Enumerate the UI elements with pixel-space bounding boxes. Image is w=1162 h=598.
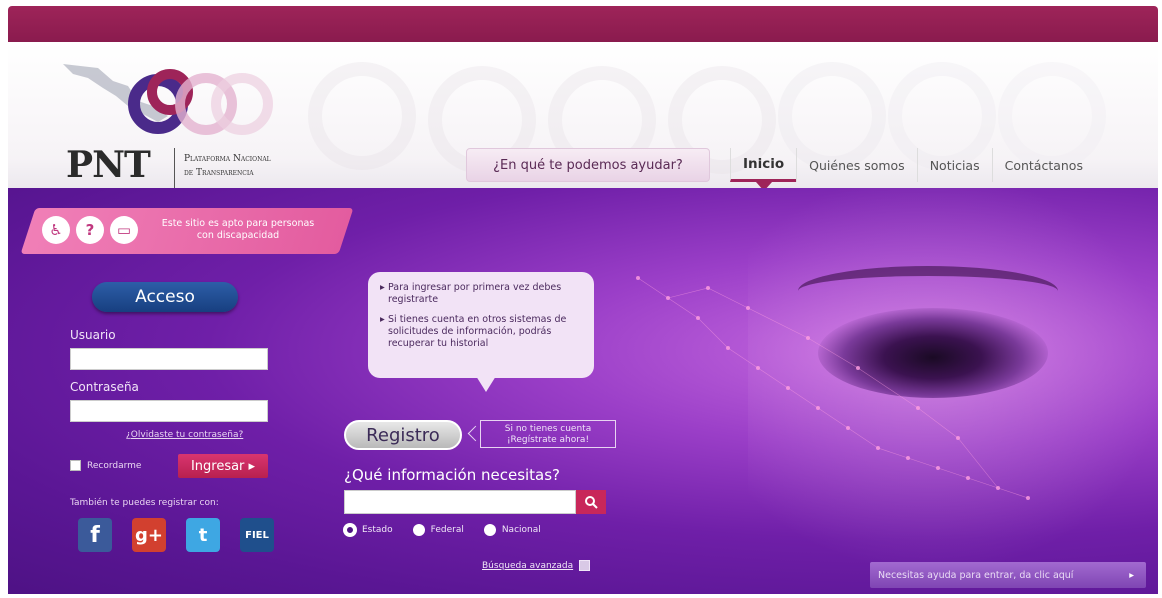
advanced-search-label: Búsqueda avanzada <box>482 560 574 571</box>
header: PNT Plataforma Nacional de Transparencia… <box>8 42 1158 191</box>
radio-label: Nacional <box>501 525 541 535</box>
pnt-swirl-icon <box>128 69 273 135</box>
forgot-password-link[interactable]: ¿Olvidaste tu contraseña? <box>126 430 243 440</box>
radio-label: Estado <box>362 525 393 535</box>
info-bubble-tail <box>476 376 496 392</box>
info-item-2: Si tienes cuenta en otros sistemas de so… <box>380 314 582 350</box>
logo-subtitle: Plataforma Nacional de Transparencia <box>184 152 271 180</box>
top-bar <box>8 6 1158 42</box>
page-frame: PNT Plataforma Nacional de Transparencia… <box>8 6 1158 594</box>
speech-icon[interactable]: ▭ <box>110 216 138 244</box>
nav-tab-noticias[interactable]: Noticias <box>916 148 992 182</box>
radio-dot[interactable] <box>412 524 425 536</box>
wheelchair-icon[interactable]: ♿ <box>42 216 70 244</box>
register-button[interactable]: Registro <box>344 420 462 450</box>
hero-section: ♿ ? ▭ Este sitio es apto para personas c… <box>8 188 1158 594</box>
twitter-icon[interactable]: t <box>186 518 220 552</box>
help-bar-text: Necesitas ayuda para entrar, da clic aqu… <box>878 569 1074 581</box>
main-nav: Inicio Quiénes somos Noticias Contáctano… <box>730 148 1095 191</box>
search-scope: Estado Federal Nacional <box>344 524 541 536</box>
remember-checkbox[interactable] <box>70 460 81 471</box>
help-bar[interactable]: Necesitas ayuda para entrar, da clic aqu… <box>870 562 1146 588</box>
nav-tab-label: Inicio <box>743 155 785 172</box>
nav-tab-contactanos[interactable]: Contáctanos <box>991 148 1095 182</box>
info-item-1: Para ingresar por primera vez debes regi… <box>380 282 582 306</box>
radio-nacional[interactable]: Nacional <box>483 524 541 536</box>
facebook-glyph: f <box>90 522 100 548</box>
radio-federal[interactable]: Federal <box>412 524 464 536</box>
register-note[interactable]: Si no tienes cuenta ¡Regístrate ahora! <box>480 420 616 448</box>
login-button[interactable]: Ingresar ▸ <box>178 454 268 478</box>
twitter-glyph: t <box>198 524 208 546</box>
logo-divider <box>174 148 175 188</box>
remember-me[interactable]: Recordarme <box>70 460 141 471</box>
radio-dot[interactable] <box>483 524 496 536</box>
search-icon <box>585 496 598 509</box>
info-bubble: Para ingresar por primera vez debes regi… <box>368 272 594 378</box>
search-button[interactable] <box>576 490 606 514</box>
radio-dot-selected[interactable] <box>344 524 356 536</box>
nav-tab-quienes-somos[interactable]: Quiénes somos <box>796 148 917 182</box>
accessibility-text: Este sitio es apto para personas con dis… <box>161 218 315 241</box>
password-input[interactable] <box>70 400 268 422</box>
search-question: ¿Qué información necesitas? <box>344 466 561 484</box>
advanced-search-icon <box>579 560 591 571</box>
user-input[interactable] <box>70 348 268 370</box>
password-label: Contraseña <box>70 380 139 394</box>
hearing-icon[interactable]: ? <box>76 216 104 244</box>
nav-tab-label: Noticias <box>929 157 980 173</box>
arrow-right-icon: ▸ <box>1129 569 1134 581</box>
advanced-search-link[interactable]: Búsqueda avanzada <box>482 560 591 571</box>
fiel-glyph: FIEL <box>245 529 269 541</box>
nav-tab-inicio[interactable]: Inicio <box>730 148 797 191</box>
google-plus-icon[interactable]: g+ <box>132 518 166 552</box>
social-register-text: También te puedes registrar con: <box>70 498 219 508</box>
radio-estado[interactable]: Estado <box>344 524 393 536</box>
network-map-decoration <box>636 276 1030 500</box>
facebook-icon[interactable]: f <box>78 518 112 552</box>
search-input[interactable] <box>344 490 576 514</box>
fiel-icon[interactable]: FIEL <box>240 518 274 552</box>
logo-line-1: Plataforma Nacional <box>184 154 271 164</box>
remember-label: Recordarme <box>87 460 142 471</box>
radio-label: Federal <box>430 525 464 535</box>
google-plus-glyph: g+ <box>135 524 163 546</box>
logo-abbrev: PNT <box>66 144 151 186</box>
accessibility-icons: ♿ ? ▭ <box>42 216 138 244</box>
logo[interactable]: PNT Plataforma Nacional de Transparencia <box>48 56 328 188</box>
help-prompt-button[interactable]: ¿En qué te podemos ayudar? <box>466 148 710 182</box>
acceso-title: Acceso <box>92 282 238 312</box>
nav-tab-label: Quiénes somos <box>809 157 905 173</box>
user-label: Usuario <box>70 328 116 342</box>
logo-line-2: de Transparencia <box>184 168 254 178</box>
nav-tab-label: Contáctanos <box>1004 157 1083 173</box>
